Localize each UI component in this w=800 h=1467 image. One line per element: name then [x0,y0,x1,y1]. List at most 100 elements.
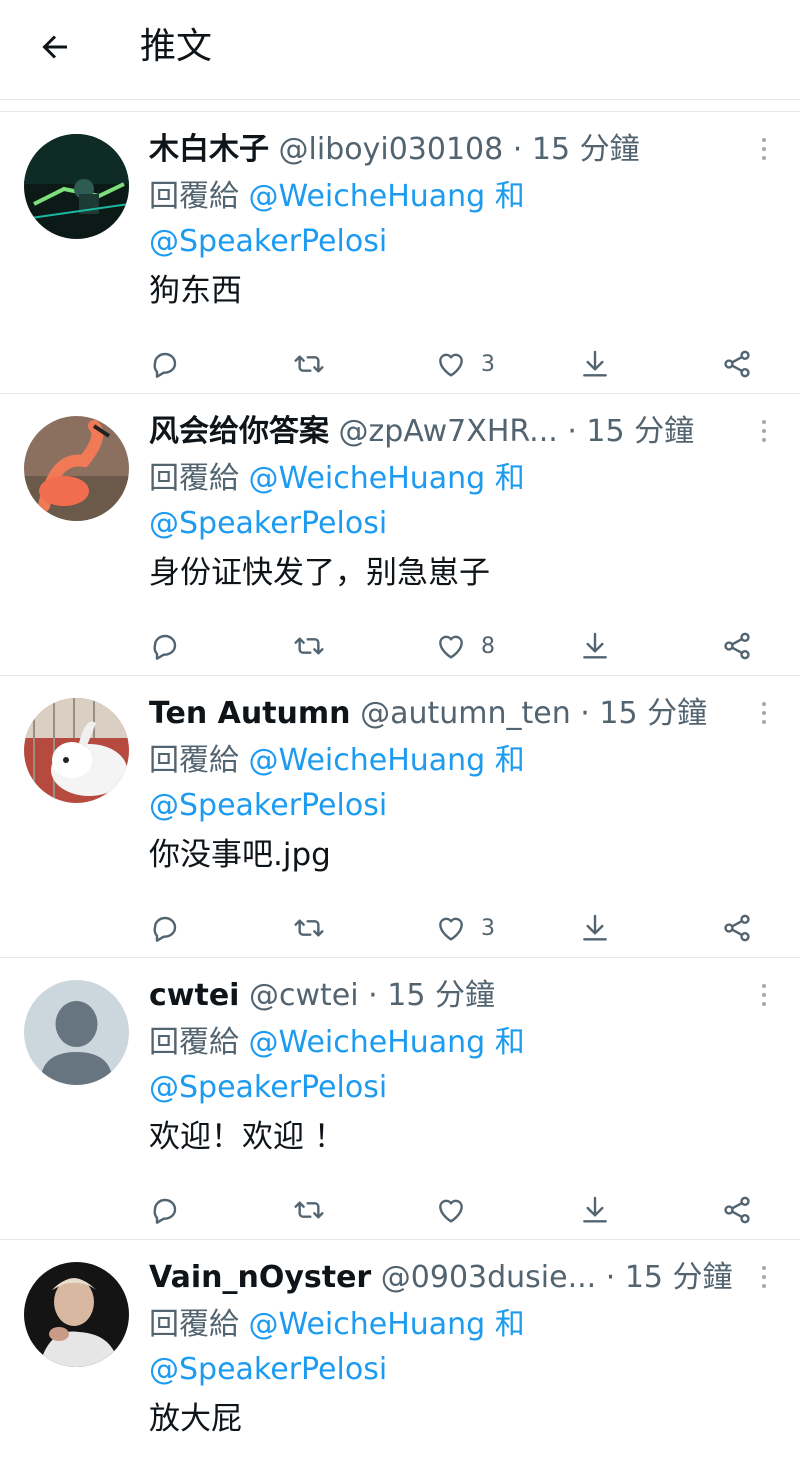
reply-button[interactable] [149,1190,181,1230]
display-name[interactable]: Vain_nOyster [149,1260,371,1295]
share-button[interactable] [721,626,753,666]
user-handle[interactable]: @cwtei [249,978,359,1013]
vertical-dots-icon [762,984,766,1006]
mention-link[interactable]: @WeicheHuang [249,743,486,778]
like-button[interactable]: 8 [435,626,495,666]
reply-context: 回覆給 @WeicheHuang 和 [149,1023,525,1063]
like-count: 3 [481,351,495,377]
share-button[interactable] [721,344,753,384]
tweet-item[interactable]: Ten Autumn @autumn_ten · 15 分鐘 回覆給 @Weic… [0,676,800,958]
tweet-text: 身份证快发了，别急崽子 [149,555,490,591]
tweet-item[interactable]: cwtei @cwtei · 15 分鐘 回覆給 @WeicheHuang 和 … [0,958,800,1240]
display-name[interactable]: cwtei [149,978,239,1013]
mention-link[interactable]: @WeicheHuang [249,179,486,214]
speech-bubble-icon [153,1198,177,1224]
download-icon [583,914,607,941]
user-handle[interactable]: @autumn_ten [360,696,571,731]
avatar[interactable] [24,416,129,521]
retweet-icon [294,919,324,937]
share-button[interactable] [721,1190,753,1230]
mention-link[interactable]: @WeicheHuang [249,1025,486,1060]
reply-button[interactable] [149,626,181,666]
mention-link[interactable]: @SpeakerPelosi [149,788,387,823]
download-button[interactable] [579,1190,611,1230]
share-button[interactable] [721,908,753,948]
display-name[interactable]: 木白木子 [149,132,269,167]
timestamp: · 15 分鐘 [580,696,708,731]
timestamp: · 15 分鐘 [512,132,640,167]
retweet-button[interactable] [293,626,325,666]
more-options-button[interactable] [754,1262,774,1292]
top-bar: 推文 [0,0,800,100]
retweet-button[interactable] [293,908,325,948]
more-options-button[interactable] [754,416,774,446]
share-icon [724,350,750,378]
more-options-button[interactable] [754,698,774,728]
reply-context: 回覆給 @WeicheHuang 和 [149,177,525,217]
like-button[interactable]: 3 [435,344,495,384]
arrow-left-icon [42,35,67,59]
like-button[interactable] [435,1190,481,1230]
speech-bubble-icon [153,352,177,378]
user-handle[interactable]: @zpAw7XHR... [339,412,558,452]
tweet-header: 木白木子 @liboyi030108 · 15 分鐘 [149,130,749,170]
download-button[interactable] [579,626,611,666]
vertical-dots-icon [762,420,766,442]
reply-button[interactable] [149,344,181,384]
reply-context-cont: @SpeakerPelosi [149,222,387,262]
mention-link[interactable]: @SpeakerPelosi [149,506,387,541]
tweet-item[interactable]: 风会给你答案 @zpAw7XHR... · 15 分鐘 回覆給 @WeicheH… [0,394,800,676]
mention-link[interactable]: @WeicheHuang [249,461,486,496]
download-button[interactable] [579,908,611,948]
reply-context-cont: @SpeakerPelosi [149,504,387,544]
avatar[interactable] [24,1262,129,1367]
like-button[interactable]: 3 [435,908,495,948]
share-icon [724,632,750,660]
mention-link[interactable]: @SpeakerPelosi [149,1070,387,1105]
tweet-item[interactable]: 木白木子 @liboyi030108 · 15 分鐘 回覆給 @WeicheHu… [0,112,800,394]
display-name[interactable]: 风会给你答案 [149,414,329,449]
display-name[interactable]: Ten Autumn [149,696,351,731]
tweet-text: 狗东西 [149,273,242,309]
reply-prefix: 回覆給 [149,179,239,214]
user-handle[interactable]: @liboyi030108 [279,132,504,167]
download-icon [583,1196,607,1223]
retweet-button[interactable] [293,1190,325,1230]
top-spacer [0,100,800,112]
tweet-header: 风会给你答案 @zpAw7XHR... · 15 分鐘 [149,412,749,452]
tweet-text: 放大屁 [149,1401,242,1437]
heart-icon [439,1199,463,1223]
action-bar: 8 [149,626,769,666]
tweet-header: Ten Autumn @autumn_ten · 15 分鐘 [149,694,749,734]
download-button[interactable] [579,344,611,384]
avatar[interactable] [24,134,129,239]
mention-link[interactable]: @SpeakerPelosi [149,1352,387,1387]
tweet-header: Vain_nOyster @0903dusie... · 15 分鐘 [149,1258,749,1298]
tweet-text: 欢迎！欢迎 ！ [149,1119,345,1155]
reply-conj: 和 [494,743,525,778]
retweet-button[interactable] [293,344,325,384]
reply-conj: 和 [494,461,525,496]
download-icon [583,632,607,659]
share-icon [724,914,750,942]
retweet-icon [294,637,324,655]
reply-context: 回覆給 @WeicheHuang 和 [149,459,525,499]
retweet-icon [294,1201,324,1219]
tweet-text: 你没事吧.jpg [149,837,331,873]
reply-button[interactable] [149,908,181,948]
reply-conj: 和 [494,179,525,214]
tweet-item[interactable]: Vain_nOyster @0903dusie... · 15 分鐘 回覆給 @… [0,1240,800,1467]
like-count: 8 [481,633,495,659]
user-handle[interactable]: @0903dusie... [381,1258,596,1298]
reply-conj: 和 [494,1307,525,1342]
timestamp: · 15 分鐘 [605,1260,733,1295]
more-options-button[interactable] [754,134,774,164]
mention-link[interactable]: @WeicheHuang [249,1307,486,1342]
more-options-button[interactable] [754,980,774,1010]
tweet-header: cwtei @cwtei · 15 分鐘 [149,976,749,1016]
avatar[interactable] [24,698,129,803]
back-button[interactable] [30,22,80,72]
avatar[interactable] [24,980,129,1085]
mention-link[interactable]: @SpeakerPelosi [149,224,387,259]
share-icon [724,1196,750,1224]
